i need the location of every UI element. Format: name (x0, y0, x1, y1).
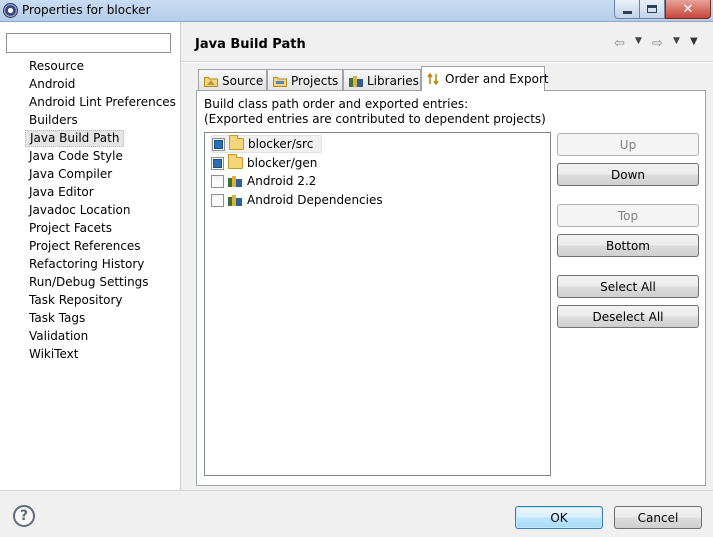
source-folder-icon (204, 75, 218, 87)
close-icon: ✕ (682, 1, 694, 17)
nav-item-validation[interactable]: Validation (25, 328, 92, 345)
up-button[interactable]: Up (557, 133, 699, 156)
back-arrow-icon[interactable]: ⇦ (614, 36, 625, 51)
description-line-1: Build class path order and exported entr… (204, 97, 469, 111)
list-item[interactable]: Android 2.2 (211, 172, 324, 190)
export-checkbox[interactable] (211, 174, 224, 188)
eclipse-icon (3, 3, 18, 18)
folder-icon (228, 154, 243, 169)
deselect-all-button[interactable]: Deselect All (557, 305, 699, 328)
minimize-icon (622, 10, 632, 14)
close-button[interactable]: ✕ (665, 0, 711, 19)
library-icon (228, 194, 243, 206)
entry-label: Android 2.2 (247, 174, 317, 188)
nav-item-android-lint-preferences[interactable]: Android Lint Preferences (25, 94, 180, 111)
export-checkbox[interactable] (211, 156, 224, 170)
nav-item-javadoc-location[interactable]: Javadoc Location (25, 202, 134, 219)
maximize-icon (647, 5, 657, 13)
export-checkbox[interactable] (211, 193, 224, 207)
page-title: Java Build Path (195, 37, 306, 52)
libraries-icon (349, 75, 363, 87)
view-menu-icon[interactable]: ▼ (690, 36, 698, 47)
maximize-button[interactable] (639, 0, 665, 19)
header-divider-highlight (182, 62, 713, 63)
nav-item-java-editor[interactable]: Java Editor (25, 184, 98, 201)
list-item[interactable]: blocker/gen (211, 154, 325, 172)
entry-label: Android Dependencies (247, 193, 383, 207)
nav-item-builders[interactable]: Builders (25, 112, 82, 129)
tab-order-and-export[interactable]: Order and Export (421, 66, 549, 91)
folder-icon (229, 135, 244, 150)
tab-source[interactable]: Source (198, 69, 267, 91)
tab-projects-label: Projects (291, 73, 339, 88)
nav-item-refactoring-history[interactable]: Refactoring History (25, 256, 148, 273)
nav-item-wikitext[interactable]: WikiText (25, 346, 83, 363)
order-export-icon (427, 72, 441, 86)
select-all-button[interactable]: Select All (557, 275, 699, 298)
nav-item-java-code-style[interactable]: Java Code Style (25, 148, 127, 165)
list-item[interactable]: blocker/src (211, 135, 323, 153)
cancel-button[interactable]: Cancel (614, 506, 702, 529)
forward-dropdown-icon[interactable]: ▼ (673, 36, 680, 46)
window-title: Properties for blocker (22, 3, 151, 17)
export-checkbox[interactable] (212, 137, 225, 151)
help-icon[interactable]: ? (13, 505, 35, 527)
nav-item-project-references[interactable]: Project References (25, 238, 145, 255)
bottom-button[interactable]: Bottom (557, 234, 699, 257)
nav-item-task-repository[interactable]: Task Repository (25, 292, 127, 309)
top-button[interactable]: Top (557, 204, 699, 227)
down-button[interactable]: Down (557, 163, 699, 186)
projects-folder-icon (273, 75, 287, 87)
nav-item-task-tags[interactable]: Task Tags (25, 310, 89, 327)
tab-projects[interactable]: Projects (267, 69, 343, 91)
library-icon (228, 175, 243, 187)
nav-item-project-facets[interactable]: Project Facets (25, 220, 116, 237)
classpath-entries-list[interactable]: blocker/src blocker/gen Android 2.2 Andr… (204, 132, 551, 476)
back-dropdown-icon[interactable]: ▼ (635, 36, 642, 46)
tab-source-label: Source (222, 73, 264, 88)
list-item[interactable]: Android Dependencies (211, 191, 391, 209)
tab-libraries[interactable]: Libraries (343, 69, 421, 91)
footer-divider (0, 490, 713, 491)
filter-input[interactable] (6, 33, 171, 53)
ok-button[interactable]: OK (515, 506, 603, 529)
forward-arrow-icon[interactable]: ⇨ (652, 36, 663, 51)
nav-item-android[interactable]: Android (25, 76, 79, 93)
nav-item-resource[interactable]: Resource (25, 58, 88, 75)
entry-label: blocker/src (248, 137, 314, 151)
nav-item-java-build-path[interactable]: Java Build Path (25, 130, 125, 147)
description-line-2: (Exported entries are contributed to dep… (204, 112, 546, 126)
entry-label: blocker/gen (247, 156, 318, 170)
tab-order-and-export-label: Order and Export (445, 72, 549, 86)
nav-item-java-compiler[interactable]: Java Compiler (25, 166, 116, 183)
minimize-button[interactable] (614, 0, 640, 19)
nav-item-run-debug-settings[interactable]: Run/Debug Settings (25, 274, 153, 291)
tab-libraries-label: Libraries (367, 73, 419, 88)
